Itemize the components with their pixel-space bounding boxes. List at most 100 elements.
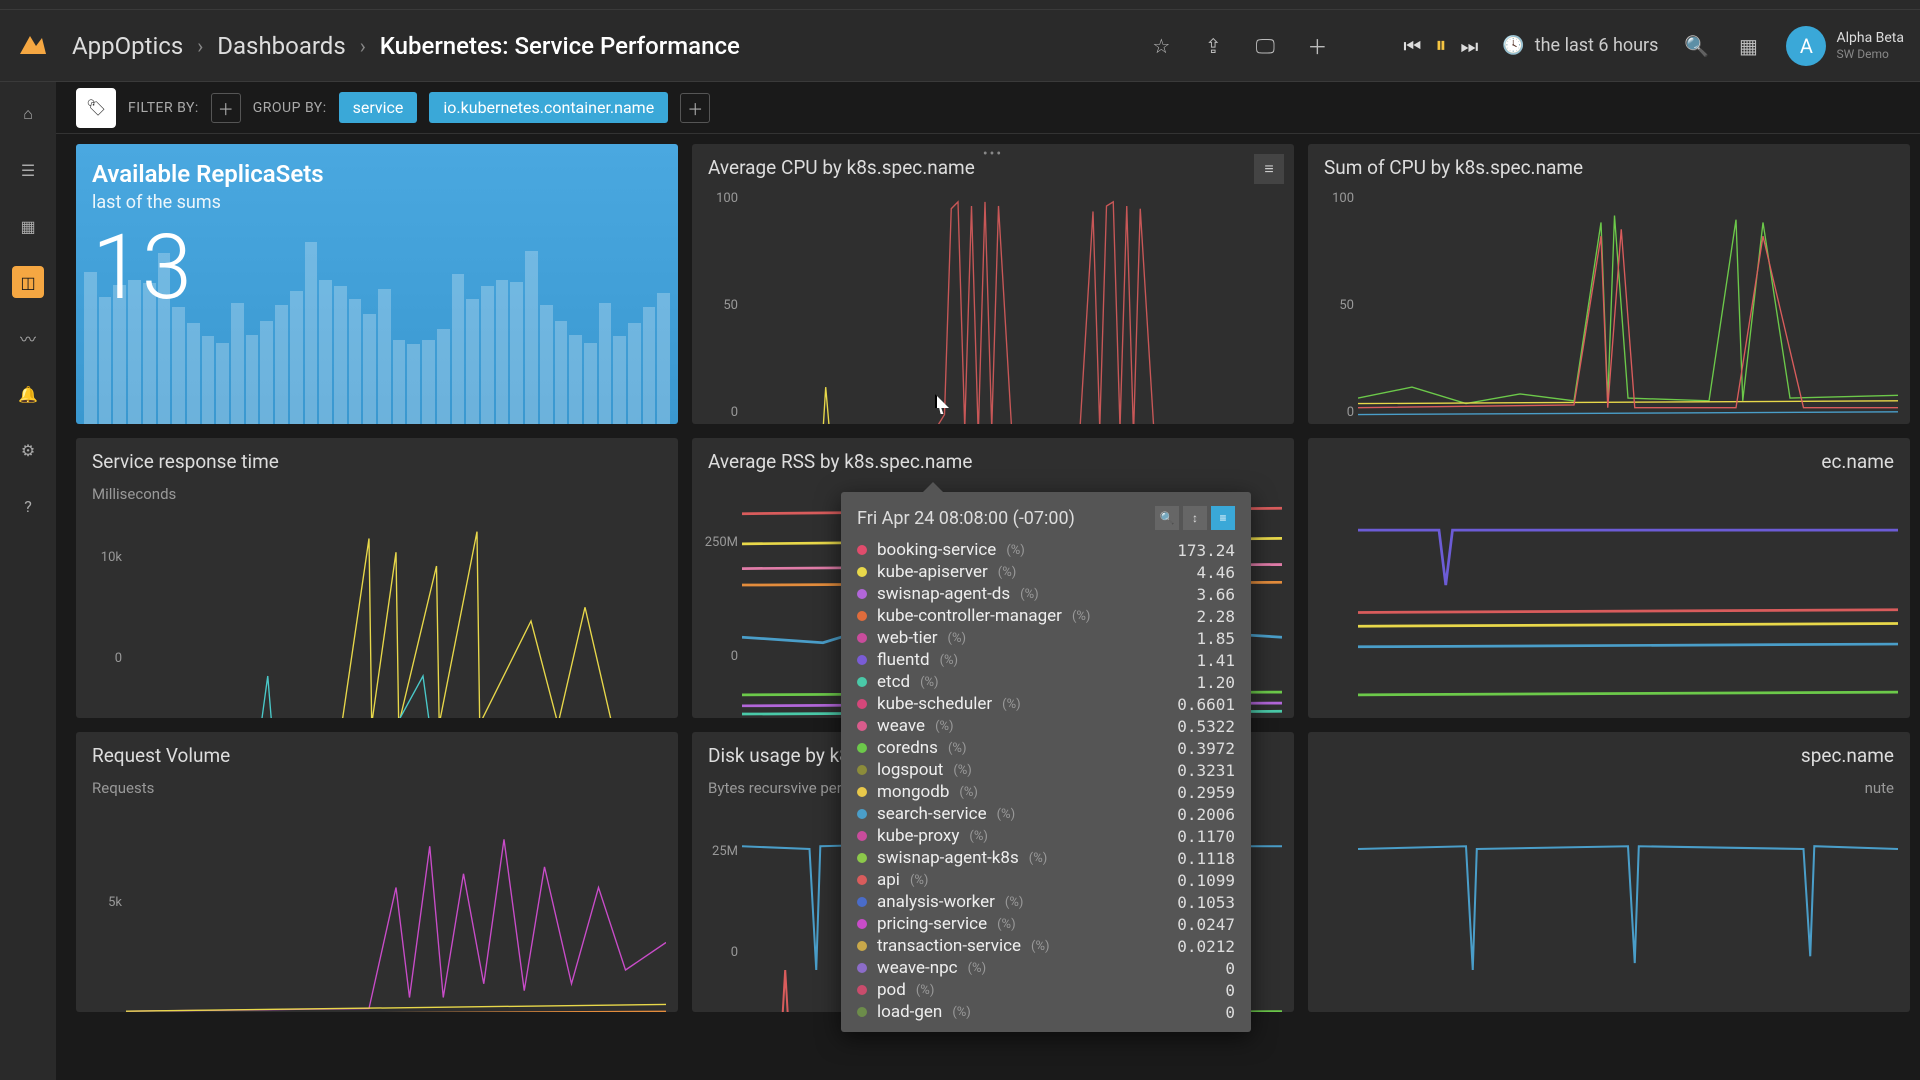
y-axis-ticks: 100 50 0 bbox=[698, 191, 738, 420]
panel-title: Service response time bbox=[92, 450, 279, 473]
panel-title: Average CPU by k8s.spec.name bbox=[708, 156, 975, 179]
panel-subtitle: Requests bbox=[76, 779, 678, 801]
chart-request-volume[interactable]: 5k 04:00 06:00 08:00 bbox=[76, 801, 678, 1012]
chart-last[interactable]: 06:00 08:00 bbox=[1308, 801, 1910, 1012]
panel-sum-rss[interactable]: ec.name 06:00 08:00 bbox=[1308, 438, 1910, 718]
chart-avg-cpu[interactable]: 100 50 0 04:00 06:00 08 bbox=[692, 191, 1294, 424]
tooltip-row: search-service(%)0.2006 bbox=[857, 804, 1235, 824]
breadcrumb-current[interactable]: Kubernetes: Service Performance bbox=[380, 32, 740, 60]
time-range-label: the last 6 hours bbox=[1535, 35, 1659, 56]
group-chip-service[interactable]: service bbox=[339, 92, 418, 123]
tooltip-row: analysis-worker(%)0.1053 bbox=[857, 892, 1235, 912]
y-axis-ticks: 100 50 0 bbox=[1314, 191, 1354, 420]
share-icon[interactable]: ⇪ bbox=[1199, 32, 1227, 60]
apps-grid-icon[interactable]: ▦ bbox=[1734, 32, 1762, 60]
star-icon[interactable]: ☆ bbox=[1147, 32, 1175, 60]
tooltip-row: kube-controller-manager(%)2.28 bbox=[857, 606, 1235, 626]
breadcrumb-dashboards[interactable]: Dashboards bbox=[217, 32, 345, 60]
chart-sum-rss[interactable]: 06:00 08:00 bbox=[1308, 485, 1910, 718]
filter-by-label: FILTER BY: bbox=[128, 100, 199, 116]
avatar: A bbox=[1786, 26, 1826, 66]
panel-title: ec.name bbox=[1821, 450, 1894, 473]
tooltip-row: kube-apiserver(%)4.46 bbox=[857, 562, 1235, 582]
tooltip-row: pod(%)0 bbox=[857, 980, 1235, 1000]
panel-replicasets[interactable]: ••• Available ReplicaSets last of the su… bbox=[76, 144, 678, 424]
appoptics-logo[interactable] bbox=[16, 30, 48, 62]
panel-response-time[interactable]: Service response time Milliseconds 10k 0 bbox=[76, 438, 678, 718]
panel-avg-cpu[interactable]: ••• ≡ Average CPU by k8s.spec.name 100 5… bbox=[692, 144, 1294, 424]
sparkline-bars bbox=[76, 264, 678, 424]
sidebar-alerts[interactable]: 🔔 bbox=[12, 378, 44, 410]
sidebar-lists[interactable]: ☰ bbox=[12, 154, 44, 186]
panel-title: Available ReplicaSets bbox=[92, 160, 662, 188]
y-axis-ticks: 250M 0 bbox=[698, 485, 738, 714]
filter-bar: 🏷 FILTER BY: ＋ GROUP BY: service io.kube… bbox=[56, 82, 1920, 134]
user-menu[interactable]: A Alpha Beta SW Demo bbox=[1786, 26, 1904, 66]
rewind-icon[interactable]: ⏮ bbox=[1403, 34, 1421, 58]
time-playback: ⏮ ⏸ ⏭ bbox=[1403, 33, 1478, 58]
y-axis-ticks: 10k 0 bbox=[82, 507, 122, 709]
tooltip-search-icon[interactable]: 🔍 bbox=[1155, 506, 1179, 530]
tooltip-row: pricing-service(%)0.0247 bbox=[857, 914, 1235, 934]
panel-title: Request Volume bbox=[92, 744, 230, 767]
search-icon[interactable]: 🔍 bbox=[1682, 32, 1710, 60]
chart-sum-cpu[interactable]: 100 50 0 06:00 bbox=[1308, 191, 1910, 424]
app-header: AppOptics › Dashboards › Kubernetes: Ser… bbox=[0, 10, 1920, 82]
panel-subtitle: last of the sums bbox=[92, 192, 662, 213]
x-axis-ticks: 06:00 08:00 bbox=[1358, 1011, 1898, 1012]
fast-forward-icon[interactable]: ⏭ bbox=[1460, 34, 1478, 58]
y-axis-ticks: 25M 0 bbox=[698, 801, 738, 1003]
panel-last[interactable]: spec.name nute 06:00 08:00 bbox=[1308, 732, 1910, 1012]
panel-subtitle: nute bbox=[1308, 779, 1910, 801]
tooltip-row: transaction-service(%)0.0212 bbox=[857, 936, 1235, 956]
x-axis-ticks: 04:00 06:00 08:00 bbox=[126, 1011, 666, 1012]
add-filter-button[interactable]: ＋ bbox=[211, 93, 241, 123]
user-name: Alpha Beta bbox=[1836, 29, 1904, 47]
y-axis-ticks: 5k bbox=[82, 801, 122, 1003]
group-chip-container[interactable]: io.kubernetes.container.name bbox=[429, 92, 668, 123]
tooltip-bars-icon[interactable]: ≡ bbox=[1211, 506, 1235, 530]
user-org: SW Demo bbox=[1836, 47, 1904, 63]
tooltip-row: fluentd(%)1.41 bbox=[857, 650, 1235, 670]
monitor-icon[interactable]: 🖵 bbox=[1251, 32, 1279, 60]
pause-icon[interactable]: ⏸ bbox=[1435, 33, 1446, 58]
sidebar-home[interactable]: ⌂ bbox=[12, 98, 44, 130]
panel-title: Average RSS by k8s.spec.name bbox=[708, 450, 972, 473]
time-range-picker[interactable]: 🕓 the last 6 hours bbox=[1502, 35, 1658, 56]
sidebar-grid[interactable]: ▦ bbox=[12, 210, 44, 242]
tooltip-sort-icon[interactable]: ↕ bbox=[1183, 506, 1207, 530]
panel-menu-button[interactable]: ≡ bbox=[1254, 154, 1284, 184]
panel-drag-handle[interactable]: ••• bbox=[983, 146, 1003, 162]
tooltip-row: weave-npc(%)0 bbox=[857, 958, 1235, 978]
add-groupby-button[interactable]: ＋ bbox=[680, 93, 710, 123]
tooltip-row: api(%)0.1099 bbox=[857, 870, 1235, 890]
tooltip-row: swisnap-agent-k8s(%)0.1118 bbox=[857, 848, 1235, 868]
tooltip-row: booking-service(%)173.24 bbox=[857, 540, 1235, 560]
breadcrumb-app[interactable]: AppOptics bbox=[72, 32, 183, 60]
tooltip-row: web-tier(%)1.85 bbox=[857, 628, 1235, 648]
tag-icon[interactable]: 🏷 bbox=[76, 88, 116, 128]
chart-response-time[interactable]: 10k 0 04:00 06:00 08:00 bbox=[76, 507, 678, 718]
sidebar-help[interactable]: ? bbox=[12, 490, 44, 522]
sidebar: ⌂ ☰ ▦ ◫ 〰 🔔 ⚙ ? bbox=[0, 82, 56, 1080]
tooltip-rows: booking-service(%)173.24kube-apiserver(%… bbox=[857, 540, 1235, 1022]
breadcrumbs: AppOptics › Dashboards › Kubernetes: Ser… bbox=[72, 32, 740, 60]
sidebar-dashboards[interactable]: ◫ bbox=[12, 266, 44, 298]
chart-tooltip: Fri Apr 24 08:08:00 (-07:00) 🔍 ↕ ≡ booki… bbox=[841, 492, 1251, 1032]
add-icon[interactable]: ＋ bbox=[1303, 32, 1331, 60]
panel-sum-cpu[interactable]: Sum of CPU by k8s.spec.name 100 50 0 bbox=[1308, 144, 1910, 424]
panel-title: Sum of CPU by k8s.spec.name bbox=[1324, 156, 1583, 179]
panel-title: spec.name bbox=[1801, 744, 1894, 767]
tooltip-row: coredns(%)0.3972 bbox=[857, 738, 1235, 758]
sidebar-activity[interactable]: 〰 bbox=[12, 322, 44, 354]
tooltip-row: kube-proxy(%)0.1170 bbox=[857, 826, 1235, 846]
sidebar-settings[interactable]: ⚙ bbox=[12, 434, 44, 466]
tooltip-row: swisnap-agent-ds(%)3.66 bbox=[857, 584, 1235, 604]
tooltip-row: logspout(%)0.3231 bbox=[857, 760, 1235, 780]
chevron-right-icon: › bbox=[197, 34, 203, 58]
panel-request-volume[interactable]: Request Volume Requests 5k bbox=[76, 732, 678, 1012]
panel-subtitle: Milliseconds bbox=[76, 485, 678, 507]
tooltip-row: etcd(%)1.20 bbox=[857, 672, 1235, 692]
group-by-label: GROUP BY: bbox=[253, 100, 327, 116]
tooltip-row: load-gen(%)0 bbox=[857, 1002, 1235, 1022]
